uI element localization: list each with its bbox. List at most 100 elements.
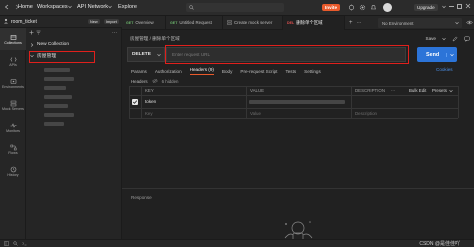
hidden-count[interactable]: 6 hidden <box>162 79 179 84</box>
tab-label: Create mock server <box>234 20 273 25</box>
collection-name: 房屋管理 <box>37 54 57 59</box>
nav-workspaces[interactable]: Workspaces <box>37 4 68 10</box>
bell-icon[interactable] <box>370 4 377 11</box>
response-divider <box>122 188 474 189</box>
invite-button[interactable]: Invite <box>322 4 340 11</box>
sidebar-item-label: History <box>7 172 19 177</box>
collection-item[interactable]: 房屋管理 <box>30 52 56 59</box>
settings-icon[interactable] <box>359 4 366 11</box>
new-collection-item[interactable]: New Collection <box>30 42 69 47</box>
tab-label: Overview <box>135 20 154 25</box>
chevron-down-icon <box>30 54 34 58</box>
list-item[interactable] <box>44 95 72 99</box>
add-tab-icon[interactable]: + <box>349 20 353 26</box>
sidebar-item-label: Mock Servers <box>2 106 24 111</box>
edit-icon[interactable] <box>452 36 458 42</box>
chevron-down-icon[interactable] <box>446 52 454 57</box>
cookies-link[interactable]: Cookies <box>436 67 453 72</box>
value-placeholder[interactable]: Value <box>250 111 261 116</box>
sidebar-item-environments[interactable]: Environments <box>0 72 26 94</box>
back-arrow-icon[interactable] <box>4 4 10 10</box>
eye-off-icon[interactable] <box>151 78 158 84</box>
tab-params[interactable]: Params <box>131 69 147 74</box>
save-button[interactable]: Save <box>426 36 436 41</box>
sidebar-item-label: Collections <box>4 40 22 45</box>
response-label: Response <box>131 195 152 200</box>
column-key: KEY <box>145 88 154 93</box>
sidebar-item-mock-servers[interactable]: Mock Servers <box>0 94 26 116</box>
tab-tests[interactable]: Tests <box>285 69 296 74</box>
request-tabs: GET Overview GET Untitled Request Create… <box>122 15 474 30</box>
maximize-icon[interactable] <box>457 4 462 9</box>
nav-explore[interactable]: Explore <box>118 4 137 10</box>
search-icon[interactable] <box>13 241 18 246</box>
filter-icon[interactable] <box>36 30 41 35</box>
close-icon[interactable] <box>465 3 471 9</box>
tab-settings[interactable]: Settings <box>304 69 321 74</box>
add-icon[interactable] <box>29 30 34 35</box>
list-item[interactable] <box>44 104 68 108</box>
satellite-icon[interactable] <box>348 4 355 11</box>
sidebar-item-label: Environments <box>2 84 24 89</box>
tab-delete-area[interactable]: DEL 删除单个区域 <box>283 15 345 30</box>
new-button[interactable]: New <box>88 19 100 24</box>
sidebar-item-monitors[interactable]: Monitors <box>0 116 26 138</box>
list-item[interactable] <box>44 113 74 117</box>
sidebar-item-label: APIs <box>9 62 17 67</box>
avatar[interactable] <box>383 3 392 12</box>
sidebar-icon-bar: Collections APIs Environments Mock Serve… <box>0 28 26 239</box>
more-tabs-icon[interactable]: ··· <box>357 20 362 26</box>
console-icon[interactable] <box>22 241 27 246</box>
import-button[interactable]: Import <box>104 19 119 24</box>
comment-icon[interactable] <box>464 36 470 42</box>
list-item[interactable] <box>44 77 74 81</box>
request-subtabs: Params Authorization Headers (9) Body Pr… <box>131 67 321 75</box>
list-item[interactable] <box>44 86 66 90</box>
collections-panel: ··· New Collection 房屋管理 <box>26 28 122 239</box>
sidebar-item-collections[interactable]: Collections <box>0 28 26 50</box>
tab-untitled-request[interactable]: GET Untitled Request <box>166 15 223 30</box>
column-value: VALUE <box>250 88 265 93</box>
bulk-edit-button[interactable]: Bulk Edit <box>409 88 426 93</box>
sidebar-item-history[interactable]: History <box>0 160 26 182</box>
headers-label: Headers <box>131 78 148 84</box>
tab-headers[interactable]: Headers (9) <box>189 67 214 75</box>
sidebar-toggle-icon[interactable] <box>4 241 9 246</box>
table-row[interactable]: token <box>129 95 458 108</box>
chevron-down-icon <box>442 5 446 9</box>
more-icon[interactable]: ··· <box>112 30 117 36</box>
header-key[interactable]: token <box>145 99 156 104</box>
header-checkbox[interactable] <box>132 99 138 105</box>
tab-create-mock-server[interactable]: Create mock server <box>223 15 283 30</box>
tab-label: 删除单个区域 <box>296 19 323 25</box>
minimize-icon[interactable] <box>449 6 454 7</box>
tab-body[interactable]: Body <box>222 69 232 74</box>
nav-api-network[interactable]: API Network <box>77 4 108 10</box>
breadcrumb[interactable]: 房屋管理 / 删除单个区域 <box>130 36 180 42</box>
api-icon <box>9 56 17 63</box>
description-placeholder[interactable]: Description <box>355 111 377 116</box>
list-item[interactable] <box>44 122 64 126</box>
eye-icon[interactable] <box>466 19 473 26</box>
nav-home[interactable]: Home <box>18 4 33 10</box>
workspace-name[interactable]: room_ticket <box>11 19 37 25</box>
tab-pre-request-script[interactable]: Pre-request Script <box>240 69 277 74</box>
header-value[interactable] <box>249 100 345 104</box>
key-placeholder[interactable]: Key <box>145 111 153 116</box>
tab-authorization[interactable]: Authorization <box>155 69 182 74</box>
url-input[interactable]: Enter request URL <box>166 47 406 62</box>
presets-dropdown[interactable]: Presets <box>432 88 453 93</box>
global-search[interactable] <box>186 3 284 12</box>
upgrade-button[interactable]: Upgrade <box>414 4 438 11</box>
send-button[interactable]: Send <box>417 47 457 62</box>
tab-overview[interactable]: GET Overview <box>122 15 166 30</box>
more-icon[interactable]: ··· <box>391 88 395 93</box>
sidebar-item-apis[interactable]: APIs <box>0 50 26 72</box>
method-select[interactable]: DELETE <box>127 47 165 62</box>
list-item[interactable] <box>44 68 70 72</box>
environment-select[interactable]: No Environment <box>378 18 462 28</box>
sidebar-item-flows[interactable]: Flows <box>0 138 26 160</box>
environment-icon <box>10 78 17 85</box>
chevron-down-icon <box>455 21 459 25</box>
chevron-down-icon[interactable] <box>442 37 446 41</box>
